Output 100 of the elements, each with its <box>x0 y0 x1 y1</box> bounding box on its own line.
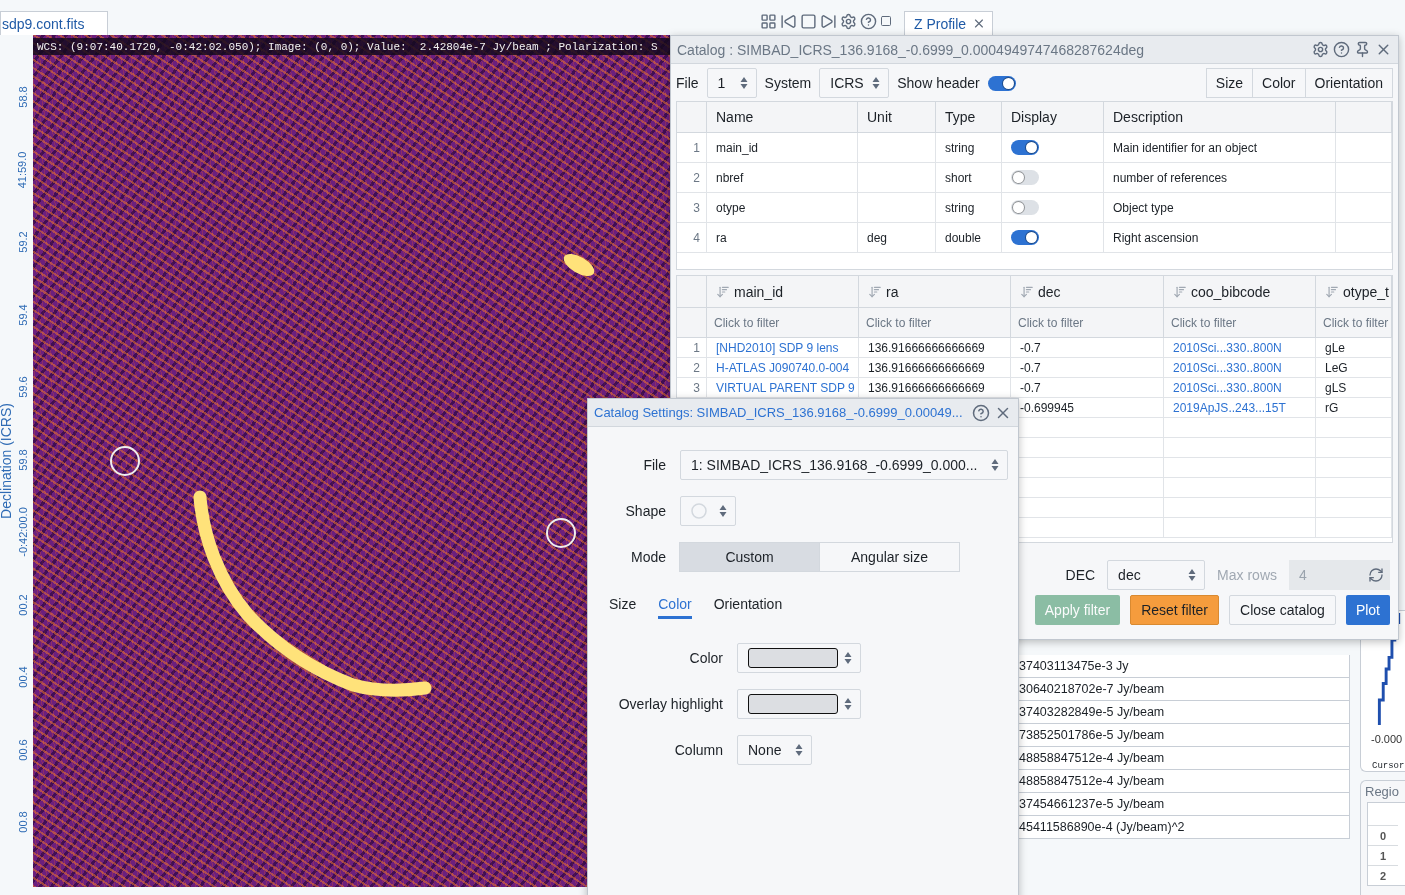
file-select[interactable]: 1: SIMBAD_ICRS_136.9168_-0.6999_0.000... <box>680 450 1008 480</box>
row-index: 2 <box>1368 865 1398 885</box>
square-icon[interactable] <box>800 12 817 30</box>
axis-tick-label: 59.2 <box>16 231 29 253</box>
filter-field[interactable]: Click to filter <box>1011 308 1164 338</box>
column-header: otype_t <box>1343 283 1389 300</box>
table-cell: double <box>936 223 1002 253</box>
link-cell[interactable]: 2019ApJS..243...15T <box>1164 398 1316 418</box>
cursor-info: WCS: (9:07:40.1720, -0:42:02.050); Image: (0, 0); Value: 2.42804e-7 Jy/beam ; Polarization: S <box>33 38 670 55</box>
field-label: Column <box>674 742 723 758</box>
link-cell[interactable]: [NHD2010] SDP 9 lens <box>707 338 859 358</box>
view-button[interactable]: Color <box>1252 68 1306 98</box>
settings-tab[interactable]: Color <box>658 596 692 619</box>
color-picker[interactable] <box>737 643 861 673</box>
action-button[interactable]: Reset filter <box>1130 595 1220 625</box>
view-button[interactable]: Size <box>1205 68 1254 98</box>
toggle-switch[interactable] <box>1011 170 1039 185</box>
settings-tab[interactable]: Size <box>609 596 637 619</box>
field-label: File <box>643 457 666 473</box>
column-header: main_id <box>734 283 784 300</box>
toggle-switch[interactable] <box>1011 230 1039 245</box>
toggle-label: Show header <box>897 75 980 91</box>
row-index: 2 <box>677 358 707 378</box>
grid-icon[interactable] <box>760 12 777 30</box>
empty-cell <box>1336 133 1392 163</box>
close-icon[interactable] <box>972 16 986 31</box>
toggle-switch[interactable] <box>987 75 1016 91</box>
profile-tab[interactable]: Z Profile <box>904 11 993 35</box>
column-header: ra <box>886 283 899 300</box>
system-select[interactable]: ICRS <box>819 68 890 98</box>
link-cell[interactable]: 2010Sci...330..800N <box>1164 358 1316 378</box>
axis-tick-label: 59.4 <box>16 304 29 326</box>
file-tab[interactable]: sdp9.cont.fits <box>0 11 108 35</box>
action-button[interactable]: Plot <box>1345 595 1390 625</box>
link-cell[interactable]: 2010Sci...330..800N <box>1164 338 1316 358</box>
filter-field[interactable]: Click to filter <box>707 308 859 338</box>
table-cell: ra <box>707 223 858 253</box>
axis-title: Declination (ICRS) <box>0 403 14 519</box>
field-label: DEC <box>1065 567 1096 583</box>
table-cell: deg <box>858 223 936 253</box>
axis-tick-label: 00.6 <box>16 739 29 761</box>
row-index: 4 <box>677 223 707 253</box>
axis-tick-label: 41:59.0 <box>16 151 29 189</box>
pin-icon[interactable] <box>1354 41 1371 58</box>
empty-cell <box>1336 193 1392 223</box>
help-icon[interactable] <box>860 12 877 30</box>
empty-cell <box>1336 223 1392 253</box>
maximize-icon[interactable] <box>880 15 892 27</box>
table-cell: otype <box>707 193 858 223</box>
settings-icon[interactable] <box>1312 41 1329 58</box>
panel-title: Regio <box>1364 783 1400 801</box>
dialog-title: Catalog Settings: SIMBAD_ICRS_136.9168_-0.6999_0.00049... <box>594 405 964 420</box>
field-label: Max rows <box>1217 567 1277 583</box>
column-header: Unit <box>867 109 892 125</box>
link-cell[interactable]: 2010Sci...330..800N <box>1164 378 1316 398</box>
toggle-switch[interactable] <box>1011 140 1039 155</box>
column-header: dec <box>1038 283 1061 300</box>
field-label: Mode <box>630 549 666 565</box>
axis-tick-label: -0:42:00.0 <box>16 507 29 557</box>
column-header: Type <box>945 109 976 125</box>
toggle-switch[interactable] <box>1011 200 1039 215</box>
circle-marker <box>110 446 140 476</box>
row-index: 0 <box>1368 825 1398 845</box>
cursor-label: Cursor <box>1372 761 1405 771</box>
action-button[interactable]: Close catalog <box>1229 595 1336 625</box>
caret-icon <box>739 76 748 90</box>
color-picker[interactable] <box>737 689 861 719</box>
table-cell: string <box>936 193 1002 223</box>
file-select[interactable]: 1 <box>706 68 757 98</box>
filter-field[interactable]: Click to filter <box>859 308 1011 338</box>
column-select[interactable]: None <box>737 735 812 765</box>
axis-tick-label: 59.6 <box>16 376 29 398</box>
filter-field[interactable]: Click to filter <box>1316 308 1392 338</box>
axis-tick-label: 00.4 <box>16 666 29 688</box>
skip-back-icon[interactable] <box>780 12 797 30</box>
table-cell: Right ascension <box>1104 223 1336 253</box>
table-cell: 136.91666666666669 <box>859 338 1011 358</box>
empty-cell <box>1336 163 1392 193</box>
table-cell: gLS <box>1316 378 1392 398</box>
settings-icon[interactable] <box>840 12 857 30</box>
caret-icon <box>719 504 727 518</box>
table-cell: string <box>936 133 1002 163</box>
circle-marker <box>546 518 576 548</box>
column-header: Name <box>716 109 754 125</box>
table-cell: main_id <box>707 133 858 163</box>
settings-tab[interactable]: Orientation <box>713 596 783 619</box>
help-icon[interactable] <box>1333 41 1350 58</box>
table-cell: short <box>936 163 1002 193</box>
help-icon[interactable] <box>972 403 990 422</box>
table-cell: 136.91666666666669 <box>859 358 1011 378</box>
link-cell[interactable]: H-ATLAS J090740.0-004 <box>707 358 859 378</box>
field-label: Shape <box>625 503 666 519</box>
view-button[interactable]: Orientation <box>1304 68 1393 98</box>
skip-forward-icon[interactable] <box>820 12 837 30</box>
dec-select[interactable]: dec <box>1107 560 1206 590</box>
mode-option[interactable]: Angular size <box>819 542 960 572</box>
mode-option[interactable]: Custom <box>679 542 820 572</box>
filter-field[interactable]: Click to filter <box>1164 308 1316 338</box>
row-index: 2 <box>677 163 707 193</box>
table-cell: rG <box>1316 398 1392 418</box>
